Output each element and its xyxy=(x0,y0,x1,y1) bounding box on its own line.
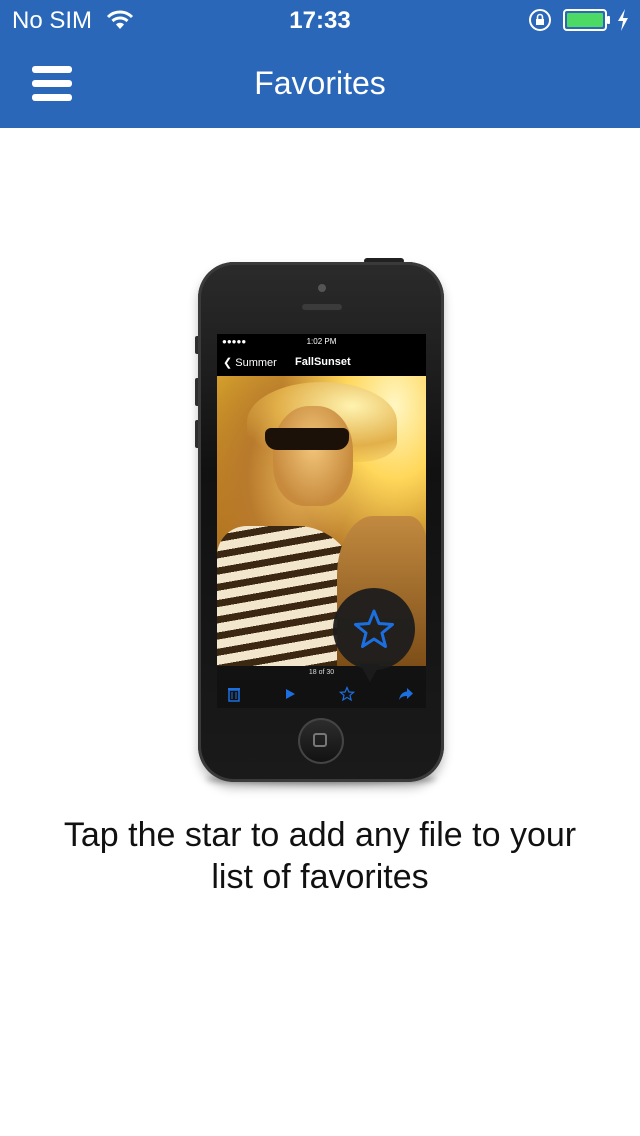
inner-toolbar xyxy=(217,680,426,708)
phone-home-button xyxy=(298,718,344,764)
phone-speaker xyxy=(302,304,342,310)
page-title: Favorites xyxy=(254,65,386,101)
rotation-lock-icon xyxy=(529,9,551,31)
nav-bar: Favorites xyxy=(0,40,640,128)
photo-counter: 18 of 30 xyxy=(217,666,426,680)
star-icon xyxy=(339,686,355,702)
star-callout xyxy=(333,588,415,670)
trash-icon xyxy=(228,688,240,702)
instruction-line-2: list of favorites xyxy=(211,858,429,896)
star-icon xyxy=(354,609,394,648)
instruction-text: Tap the star to add any file to your lis… xyxy=(0,814,640,898)
phone-camera xyxy=(318,284,326,292)
status-bar: No SIM 17:33 xyxy=(0,0,640,40)
share-icon xyxy=(399,688,413,700)
charging-bolt-icon xyxy=(618,9,628,31)
play-icon xyxy=(286,689,295,699)
instruction-line-1: Tap the star to add any file to your xyxy=(63,816,577,854)
battery-icon xyxy=(563,9,610,31)
